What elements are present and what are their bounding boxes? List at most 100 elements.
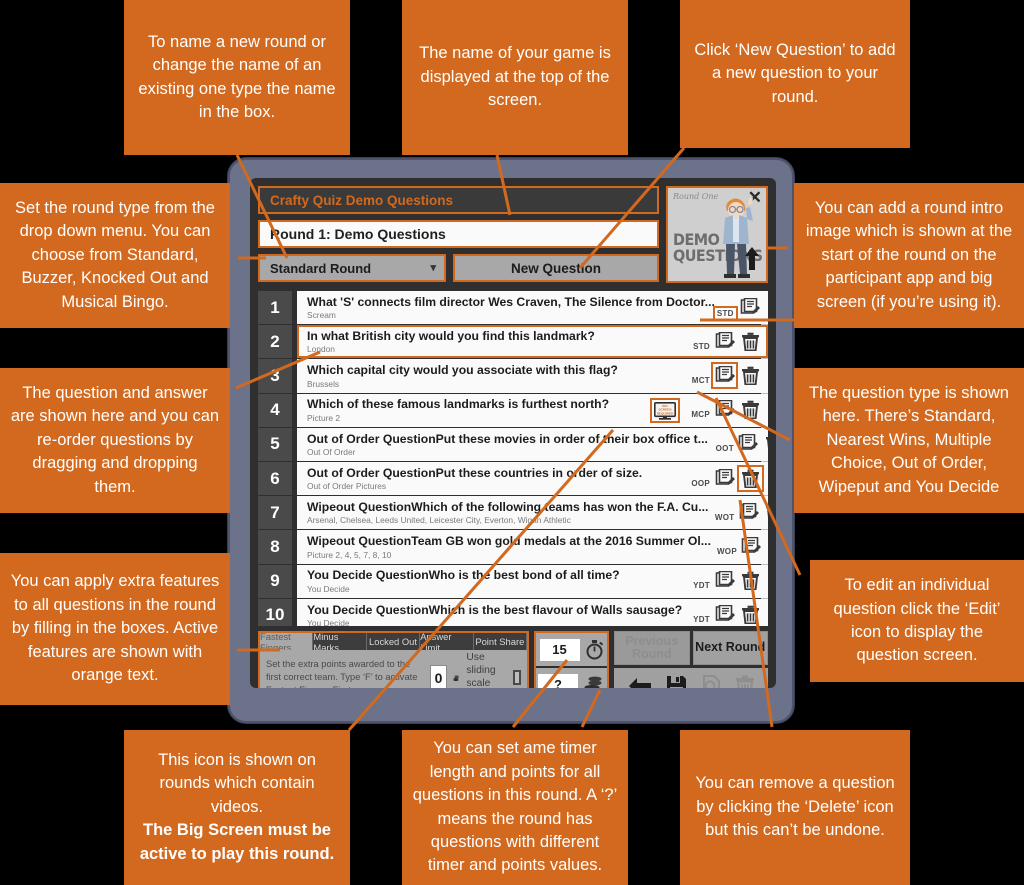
question-text-block: Which capital city would you associate w… — [307, 363, 684, 388]
question-title: You Decide QuestionWhich is the best fla… — [307, 602, 683, 617]
delete-icon[interactable] — [766, 535, 768, 558]
round-intro-image[interactable]: Round One DEMO QUESTIONS ✕ — [666, 186, 768, 283]
delete-icon[interactable] — [763, 501, 768, 524]
question-answer: Arsenal, Chelsea, Leeds United, Leiceste… — [307, 515, 571, 526]
question-answer: Picture 2 — [307, 412, 341, 423]
feature-tab[interactable]: Minus Marks — [313, 633, 367, 653]
question-body[interactable]: Wipeout QuestionTeam GB won gold medals … — [297, 530, 768, 564]
question-number: 3 — [258, 359, 292, 393]
next-round-button[interactable]: Next Round — [692, 631, 768, 665]
edit-icon[interactable] — [740, 535, 763, 558]
question-row-controls: STD — [684, 330, 762, 354]
question-row[interactable]: 3 Which capital city would you associate … — [258, 359, 768, 393]
navigation-panel: Previous Round Next Round — [614, 631, 768, 688]
timer-points-panel: 15 ? — [534, 631, 609, 688]
header-controls-row: Standard Round ▾ New Question — [258, 254, 659, 282]
callout-text: Click ‘New Question’ to add a new questi… — [694, 40, 896, 106]
question-body[interactable]: Wipeout QuestionWhich of the following t… — [297, 496, 768, 530]
edit-icon[interactable] — [713, 603, 736, 626]
feature-tab[interactable]: Answer Limit — [420, 633, 474, 653]
coins-icon — [584, 676, 602, 688]
points-value[interactable]: ? — [538, 673, 578, 688]
question-list[interactable]: 1 What 'S' connects film director Wes Cra… — [258, 291, 768, 626]
callout-timer-points: You can set ame timer length and points … — [402, 730, 628, 885]
question-row-controls: YDT — [684, 603, 762, 626]
callout-delete-question: You can remove a question by clicking th… — [680, 730, 910, 885]
callout-new-question: Click ‘New Question’ to add a new questi… — [680, 0, 910, 148]
question-body[interactable]: In what British city would you find this… — [297, 325, 768, 359]
previous-round-button[interactable]: Previous Round — [614, 631, 690, 665]
delete-icon[interactable] — [739, 603, 762, 626]
question-body[interactable]: What 'S' connects film director Wes Crav… — [297, 291, 768, 325]
round-type-dropdown[interactable]: Standard Round ▾ — [258, 254, 446, 282]
question-row-controls: STD — [712, 296, 768, 321]
edit-icon[interactable] — [713, 467, 736, 490]
question-type-badge: MCP — [691, 410, 710, 420]
back-arrow-icon[interactable] — [627, 676, 653, 689]
next-round-label: Next Round — [695, 640, 766, 655]
question-row[interactable]: 8 Wipeout QuestionTeam GB won gold medals… — [258, 530, 768, 564]
edit-icon[interactable] — [713, 398, 736, 421]
timer-row[interactable]: 15 — [536, 633, 607, 666]
question-row[interactable]: 9 You Decide QuestionWho is the best bond… — [258, 564, 768, 598]
question-row[interactable]: 5 Out of Order QuestionPut these movies i… — [258, 427, 768, 461]
preview-search-icon[interactable] — [701, 675, 722, 688]
delete-trash-icon[interactable] — [735, 675, 755, 688]
delete-icon[interactable] — [739, 398, 762, 421]
question-body[interactable]: Which of these famous landmarks is furth… — [297, 393, 768, 427]
question-row[interactable]: 6 Out of Order QuestionPut these countrie… — [258, 461, 768, 496]
delete-icon[interactable] — [737, 464, 764, 492]
question-row[interactable]: 7 Wipeout QuestionWhich of the following … — [258, 496, 768, 530]
callout-text: The question and answer are shown here a… — [10, 383, 220, 496]
question-number: 1 — [258, 291, 292, 325]
coins-icon — [453, 675, 459, 681]
edit-icon[interactable] — [739, 296, 762, 319]
round-name-input[interactable]: Round 1: Demo Questions — [258, 220, 659, 248]
delete-icon[interactable] — [739, 364, 762, 387]
delete-icon[interactable] — [763, 432, 768, 455]
question-row[interactable]: 1 What 'S' connects film director Wes Cra… — [258, 291, 768, 325]
callout-text: The question type is shown here. There’s… — [809, 383, 1009, 496]
callout-game-name: The name of your game is displayed at th… — [402, 0, 628, 155]
feature-points-input[interactable]: 0 — [430, 664, 448, 688]
feature-tab[interactable]: Fastest Fingers — [260, 633, 314, 653]
new-question-button[interactable]: New Question — [453, 254, 659, 282]
question-row[interactable]: 10 You Decide QuestionWhich is the best f… — [258, 598, 768, 626]
question-type-badge: STD — [712, 305, 738, 321]
question-body[interactable]: Out of Order QuestionPut these countries… — [297, 461, 768, 496]
feature-tabs: Fastest Fingers Minus Marks Locked Out Answ… — [260, 633, 527, 653]
edit-icon[interactable] — [711, 361, 738, 389]
timer-value[interactable]: 15 — [539, 638, 580, 661]
feature-tab[interactable]: Locked Out — [366, 633, 421, 650]
delete-icon[interactable] — [739, 330, 762, 353]
callout-text: The name of your game is displayed at th… — [419, 44, 611, 110]
edit-icon[interactable] — [737, 501, 760, 524]
question-number: 2 — [258, 325, 292, 359]
points-row[interactable]: ? — [536, 668, 607, 688]
game-title-text: Crafty Quiz Demo Questions — [270, 192, 454, 208]
question-text-block: Wipeout QuestionWhich of the following t… — [307, 500, 708, 525]
callout-extra-features: You can apply extra features to all ques… — [0, 553, 230, 705]
edit-icon[interactable] — [713, 569, 736, 592]
question-body[interactable]: Which capital city would you associate w… — [297, 359, 768, 393]
question-body[interactable]: You Decide QuestionWho is the best bond … — [297, 564, 768, 598]
feature-tab[interactable]: Point Share — [473, 633, 527, 650]
delete-icon[interactable] — [739, 569, 762, 592]
page-root: To name a new round or change the name o… — [0, 0, 1024, 885]
sliding-scale-checkbox[interactable] — [513, 670, 522, 686]
callout-text-bold: The Big Screen must be active to play th… — [139, 821, 335, 863]
round-name-value: Round 1: Demo Questions — [270, 226, 446, 242]
delete-icon[interactable] — [765, 296, 768, 319]
round-nav-buttons: Previous Round Next Round — [614, 631, 768, 665]
question-body[interactable]: You Decide QuestionWhich is the best fla… — [297, 598, 768, 626]
edit-icon[interactable] — [713, 330, 736, 353]
question-answer: Out of Order Pictures — [307, 481, 387, 492]
question-row[interactable]: 2 In what British city would you find thi… — [258, 325, 768, 359]
question-row[interactable]: 4 Which of these famous landmarks is furt… — [258, 393, 768, 427]
question-type-badge: OOP — [691, 478, 710, 488]
question-type-badge: YDT — [693, 581, 710, 591]
save-icon[interactable] — [666, 675, 687, 688]
question-rows-container: 1 What 'S' connects film director Wes Cra… — [258, 291, 768, 626]
question-body[interactable]: Out of Order QuestionPut these movies in… — [297, 427, 768, 461]
edit-icon[interactable] — [737, 432, 760, 455]
